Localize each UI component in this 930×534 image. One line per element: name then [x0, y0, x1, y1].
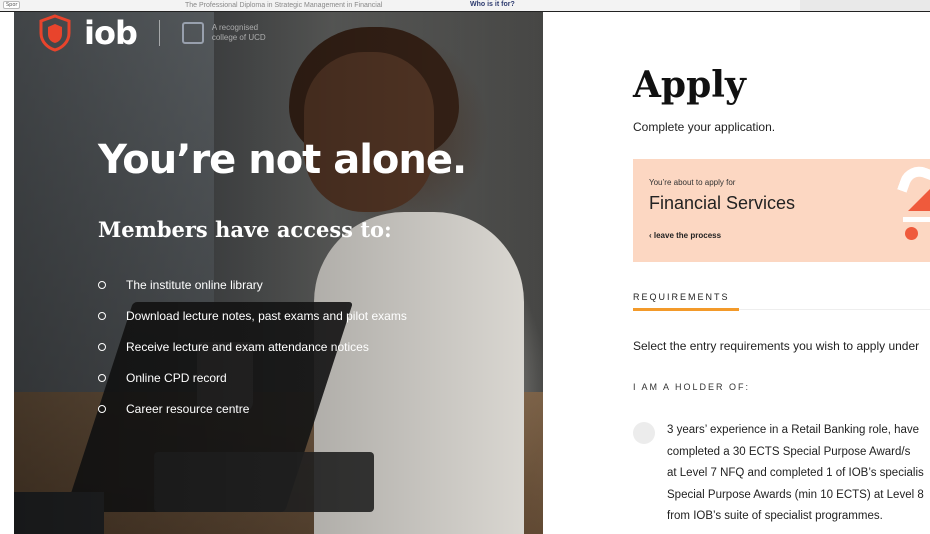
logo-divider	[158, 20, 160, 46]
ucd-crest-icon	[181, 22, 204, 44]
hero-headline: You’re not alone.	[98, 137, 467, 183]
shield-icon	[38, 14, 72, 52]
benefit-item: Career resource centre	[98, 393, 407, 424]
benefit-text: Receive lecture and exam attendance noti…	[126, 339, 369, 354]
page-title: Apply	[633, 64, 746, 106]
benefit-item: Receive lecture and exam attendance noti…	[98, 331, 407, 362]
iob-logo[interactable]: iob A recognised college of UCD	[38, 14, 282, 52]
hero-subhead: Members have access to:	[98, 217, 392, 242]
requirement-line: Special Purpose Awards (min 10 ECTS) at …	[667, 488, 924, 501]
bullet-circle-icon	[98, 373, 106, 382]
background-box	[800, 0, 930, 11]
programme-name: Financial Services	[649, 193, 796, 213]
benefit-text: Online CPD record	[126, 370, 227, 385]
select-instruction: Select the entry requirements you wish t…	[633, 339, 920, 353]
holder-label: I AM A HOLDER OF:	[633, 382, 751, 392]
requirement-option[interactable]: 3 years’ experience in a Retail Banking …	[633, 420, 924, 528]
requirement-radio[interactable]	[633, 422, 655, 444]
requirement-line: from IOB’s suite of specialist programme…	[667, 510, 883, 522]
background-page-strip: Spor The Professional Diploma in Strateg…	[0, 0, 930, 12]
card-decoration-bar	[903, 217, 930, 222]
ucd-caption-line2: college of UCD	[211, 33, 266, 42]
page-subtitle: Complete your application.	[633, 120, 776, 134]
programme-card: You’re about to apply for Financial Serv…	[633, 159, 930, 262]
benefits-list: The institute online library Download le…	[98, 269, 407, 424]
requirements-underline	[633, 308, 739, 311]
benefit-item: Download lecture notes, past exams and p…	[98, 300, 407, 331]
benefit-text: Career resource centre	[126, 401, 250, 416]
bullet-circle-icon	[98, 404, 106, 413]
requirements-divider	[739, 309, 930, 310]
requirement-line: at Level 7 NFQ and completed 1 of IOB’s …	[667, 467, 924, 479]
requirements-label: REQUIREMENTS	[633, 292, 730, 302]
bullet-circle-icon	[98, 280, 106, 289]
benefit-item: Online CPD record	[98, 362, 407, 393]
ucd-caption-line1: A recognised	[211, 23, 259, 32]
card-decoration-dot	[905, 227, 918, 240]
benefit-text: Download lecture notes, past exams and p…	[126, 308, 407, 323]
requirement-option-text: 3 years’ experience in a Retail Banking …	[667, 420, 924, 528]
background-tag: Spor	[3, 1, 21, 9]
bullet-circle-icon	[98, 342, 106, 351]
leave-process-link[interactable]: ‹ leave the process	[649, 231, 721, 240]
ucd-caption: A recognised college of UCD	[212, 23, 282, 43]
hero-panel: iob A recognised college of UCD You’re n…	[14, 12, 543, 534]
card-decoration-triangle	[908, 189, 930, 211]
requirement-line: 3 years’ experience in a Retail Banking …	[667, 424, 920, 436]
benefit-text: The institute online library	[126, 277, 263, 292]
background-page-text: The Professional Diploma in Strategic Ma…	[185, 2, 383, 9]
logo-text: iob	[84, 14, 138, 52]
bullet-circle-icon	[98, 311, 106, 320]
benefit-item: The institute online library	[98, 269, 407, 300]
programme-kicker: You’re about to apply for	[649, 178, 736, 187]
who-is-it-for-link[interactable]: Who is it for?	[470, 1, 515, 8]
apply-panel: Apply Complete your application. You’re …	[543, 12, 930, 534]
requirement-line: completed a 30 ECTS Special Purpose Awar…	[667, 445, 911, 458]
